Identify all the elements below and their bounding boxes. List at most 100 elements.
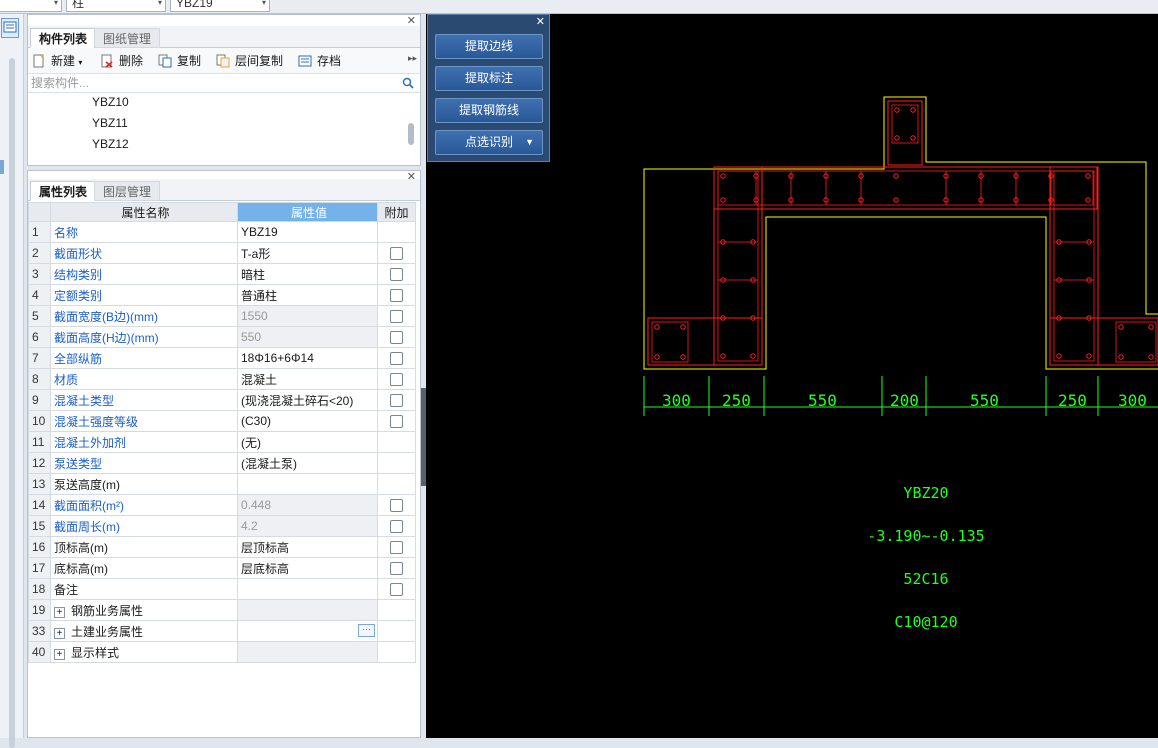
chevron-down-icon: ▾	[78, 58, 83, 67]
extra-checkbox[interactable]	[390, 541, 403, 555]
selection-marker	[0, 160, 4, 174]
search-input[interactable]: 搜索构件...	[28, 74, 420, 93]
property-value[interactable]: 层底标高	[237, 557, 378, 579]
tab-drawing-management[interactable]: 图纸管理	[94, 28, 161, 48]
property-list-panel: ✕ 属性列表 图层管理 属性名称 属性值 附加 1 名称 YBZ19 2 截面形状 T-…	[27, 170, 421, 738]
rebar-outline	[651, 321, 689, 363]
extra-cell	[377, 221, 416, 243]
dim-label: 250	[1058, 391, 1087, 410]
new-icon	[33, 54, 44, 68]
new-button[interactable]: 新建 ▾	[32, 52, 82, 70]
chevron-down-icon[interactable]: ▼	[525, 131, 534, 154]
extra-checkbox[interactable]	[390, 415, 403, 429]
table-row: 6 截面高度(H边)(mm) 550	[28, 326, 416, 348]
property-value[interactable]: (C30)	[237, 410, 378, 432]
copy-button[interactable]: 复制	[158, 52, 201, 70]
property-value[interactable]	[237, 473, 378, 495]
property-name: 底标高(m)	[50, 557, 238, 579]
more-icon[interactable]: ▸▸	[408, 53, 417, 64]
extra-checkbox[interactable]	[390, 352, 403, 366]
property-value[interactable]: (混凝土泵)	[237, 452, 378, 474]
rebar-outline	[713, 166, 763, 366]
property-value[interactable]: 层顶标高	[237, 536, 378, 558]
layer-tool-button[interactable]	[1, 18, 19, 38]
dim-label: 250	[722, 391, 751, 410]
row-number: 4	[28, 284, 51, 306]
tab-component-list[interactable]: 构件列表	[30, 28, 97, 48]
table-row: 15 截面周长(m) 4.2	[28, 515, 416, 537]
stirrup-group	[718, 171, 1094, 319]
extract-rebar-lines-button[interactable]: 提取钢筋线	[435, 98, 543, 123]
dim-label: 300	[1118, 391, 1147, 410]
close-icon[interactable]: ✕	[536, 15, 545, 28]
property-value[interactable]: 普通柱	[237, 284, 378, 306]
property-value[interactable]: YBZ19	[237, 221, 378, 243]
extra-checkbox[interactable]	[390, 394, 403, 408]
expand-icon[interactable]: +	[54, 606, 65, 618]
property-value[interactable]: (无)	[237, 431, 378, 453]
list-item[interactable]: YBZ11	[92, 116, 128, 130]
table-row: 2 截面形状 T-a形	[28, 242, 416, 264]
rebar-dot	[894, 135, 900, 141]
category-combo[interactable]: 柱 ▾	[66, 0, 166, 12]
property-value[interactable]: 18Φ16+6Φ14	[237, 347, 378, 369]
tab-property-list[interactable]: 属性列表	[30, 181, 97, 201]
row-number: 10	[28, 410, 51, 432]
list-item[interactable]: YBZ10	[92, 95, 129, 109]
save-button[interactable]: 存档	[298, 52, 341, 70]
list-item[interactable]: YBZ12	[92, 137, 129, 151]
type-combo[interactable]: ▾	[0, 0, 62, 12]
extra-checkbox[interactable]	[390, 268, 403, 282]
rebar-dot	[910, 107, 916, 113]
table-row: 10 混凝土强度等级 (C30)	[28, 410, 416, 432]
property-value[interactable]	[237, 578, 378, 600]
new-label: 新建	[51, 54, 76, 68]
rebar-outline	[1049, 166, 1099, 366]
extra-checkbox[interactable]	[390, 520, 403, 534]
extract-annotations-button[interactable]: 提取标注	[435, 66, 543, 91]
row-number: 5	[28, 305, 51, 327]
search-icon[interactable]	[402, 77, 414, 89]
table-row: 19 + 钢筋业务属性	[28, 599, 416, 621]
ellipsis-icon[interactable]: ···	[358, 624, 375, 637]
extra-checkbox[interactable]	[390, 310, 403, 324]
expand-icon[interactable]: +	[54, 627, 65, 639]
row-number: 17	[28, 557, 51, 579]
row-number: 2	[28, 242, 51, 264]
extra-checkbox[interactable]	[390, 583, 403, 597]
property-value[interactable]: 暗柱	[237, 263, 378, 285]
copy-icon	[158, 54, 172, 68]
row-number: 13	[28, 473, 51, 495]
table-row: 13 泵送高度(m)	[28, 473, 416, 495]
top-toolbar: ▾ 柱 ▾ YBZ19 ▾	[0, 0, 1158, 14]
extra-checkbox[interactable]	[390, 289, 403, 303]
property-value[interactable]: 混凝土	[237, 368, 378, 390]
tab-layer-management[interactable]: 图层管理	[94, 181, 161, 201]
chevron-down-icon: ▾	[157, 0, 162, 7]
extra-checkbox[interactable]	[390, 562, 403, 576]
rebar-outline	[647, 317, 763, 366]
component-combo[interactable]: YBZ19 ▾	[170, 0, 270, 12]
left-scrollbar[interactable]	[9, 58, 15, 748]
table-row: 18 备注	[28, 578, 416, 600]
delete-button[interactable]: 删除	[100, 52, 143, 70]
extract-edges-button[interactable]: 提取边线	[435, 34, 543, 59]
extra-checkbox[interactable]	[390, 331, 403, 345]
property-value[interactable]: (现浇混凝土碎石<20)	[237, 389, 378, 411]
rebar-dot	[894, 107, 900, 113]
extra-checkbox[interactable]	[390, 499, 403, 513]
property-value[interactable]: T-a形	[237, 242, 378, 264]
list-scrollbar[interactable]	[408, 123, 414, 145]
property-value[interactable]: ···	[237, 620, 378, 642]
table-row: 16 顶标高(m) 层顶标高	[28, 536, 416, 558]
property-name: 结构类别	[50, 263, 238, 285]
extra-checkbox[interactable]	[390, 247, 403, 261]
extra-checkbox[interactable]	[390, 373, 403, 387]
expand-icon[interactable]: +	[54, 648, 65, 660]
floor-copy-button[interactable]: 层间复制	[216, 52, 283, 70]
row-number: 12	[28, 452, 51, 474]
point-recognize-button[interactable]: 点选识别 ▼	[435, 130, 543, 155]
property-value: 0.448	[237, 494, 378, 516]
table-row: 12 泵送类型 (混凝土泵)	[28, 452, 416, 474]
row-number: 18	[28, 578, 51, 600]
